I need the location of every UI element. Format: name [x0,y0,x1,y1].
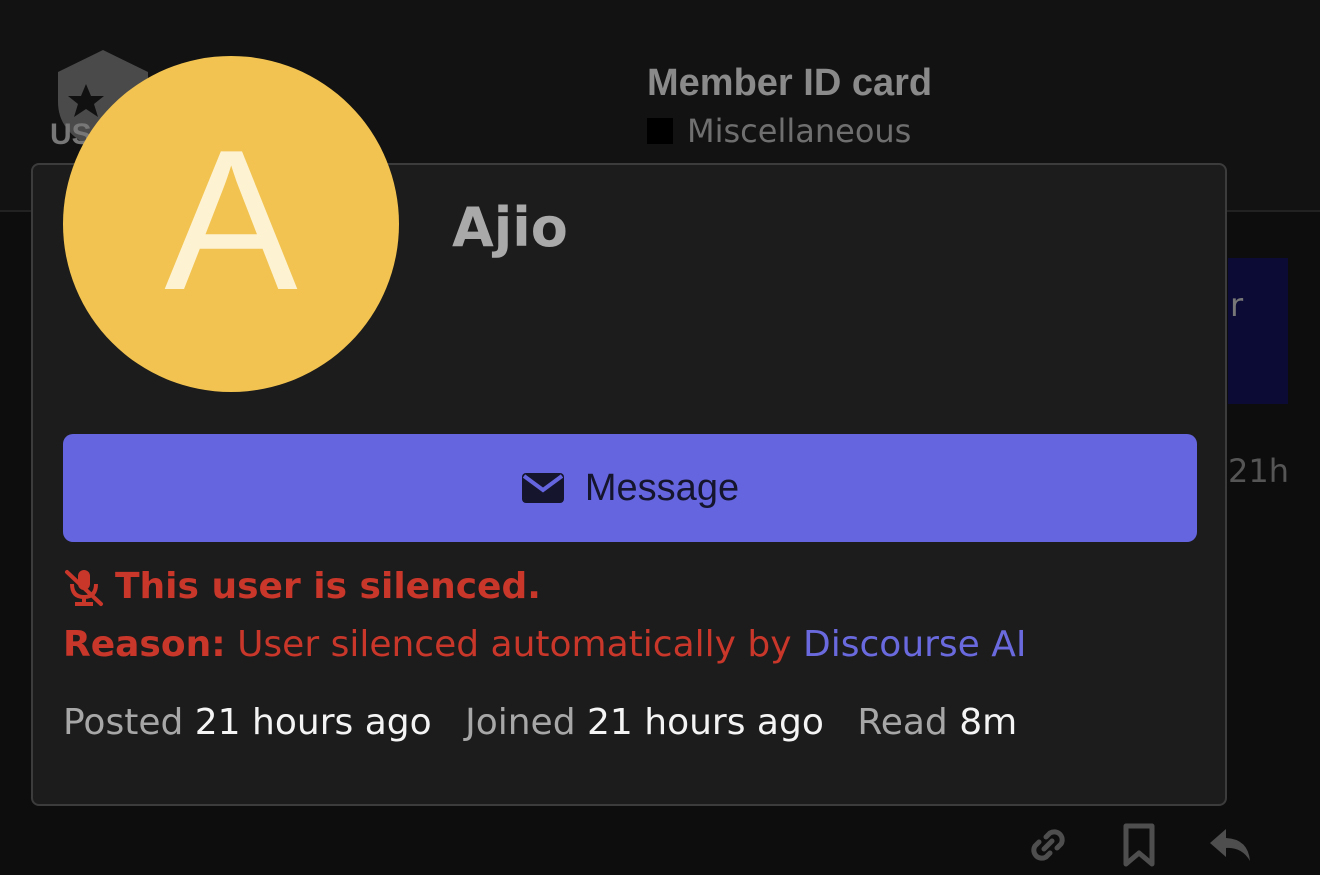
silence-reason: Reason: User silenced automatically by D… [63,624,1027,665]
reason-text: User silenced automatically by [237,624,792,665]
discourse-ai-link[interactable]: Discourse AI [803,624,1027,665]
bookmark-icon[interactable] [1121,823,1157,867]
user-stats: Posted 21 hours ago Joined 21 hours ago … [63,702,1017,743]
silenced-text: This user is silenced. [115,566,541,607]
link-icon[interactable] [1026,825,1070,865]
background-text: r [1230,286,1244,324]
topic-category[interactable]: Miscellaneous [647,112,911,150]
microphone-slash-icon [63,567,105,607]
joined-value: 21 hours ago [587,702,824,743]
joined-label: Joined [465,702,576,743]
user-card-username[interactable]: Ajio [452,196,568,259]
category-label: Miscellaneous [687,112,912,150]
topic-title[interactable]: Member ID card [647,62,932,105]
post-actions [1000,815,1280,875]
read-label: Read [857,702,948,743]
read-value: 8m [959,702,1018,743]
message-button[interactable]: Message [63,434,1197,542]
silenced-notice: This user is silenced. [63,566,541,607]
reply-icon[interactable] [1208,825,1254,865]
background-post-panel: r [1228,258,1288,404]
envelope-icon [521,472,565,504]
posted-label: Posted [63,702,184,743]
message-button-label: Message [584,466,740,509]
posted-value: 21 hours ago [194,702,432,743]
category-color-badge [647,118,673,144]
user-avatar[interactable]: A [63,56,399,392]
reason-label: Reason: [63,624,226,665]
post-timestamp: 21h [1228,452,1289,490]
